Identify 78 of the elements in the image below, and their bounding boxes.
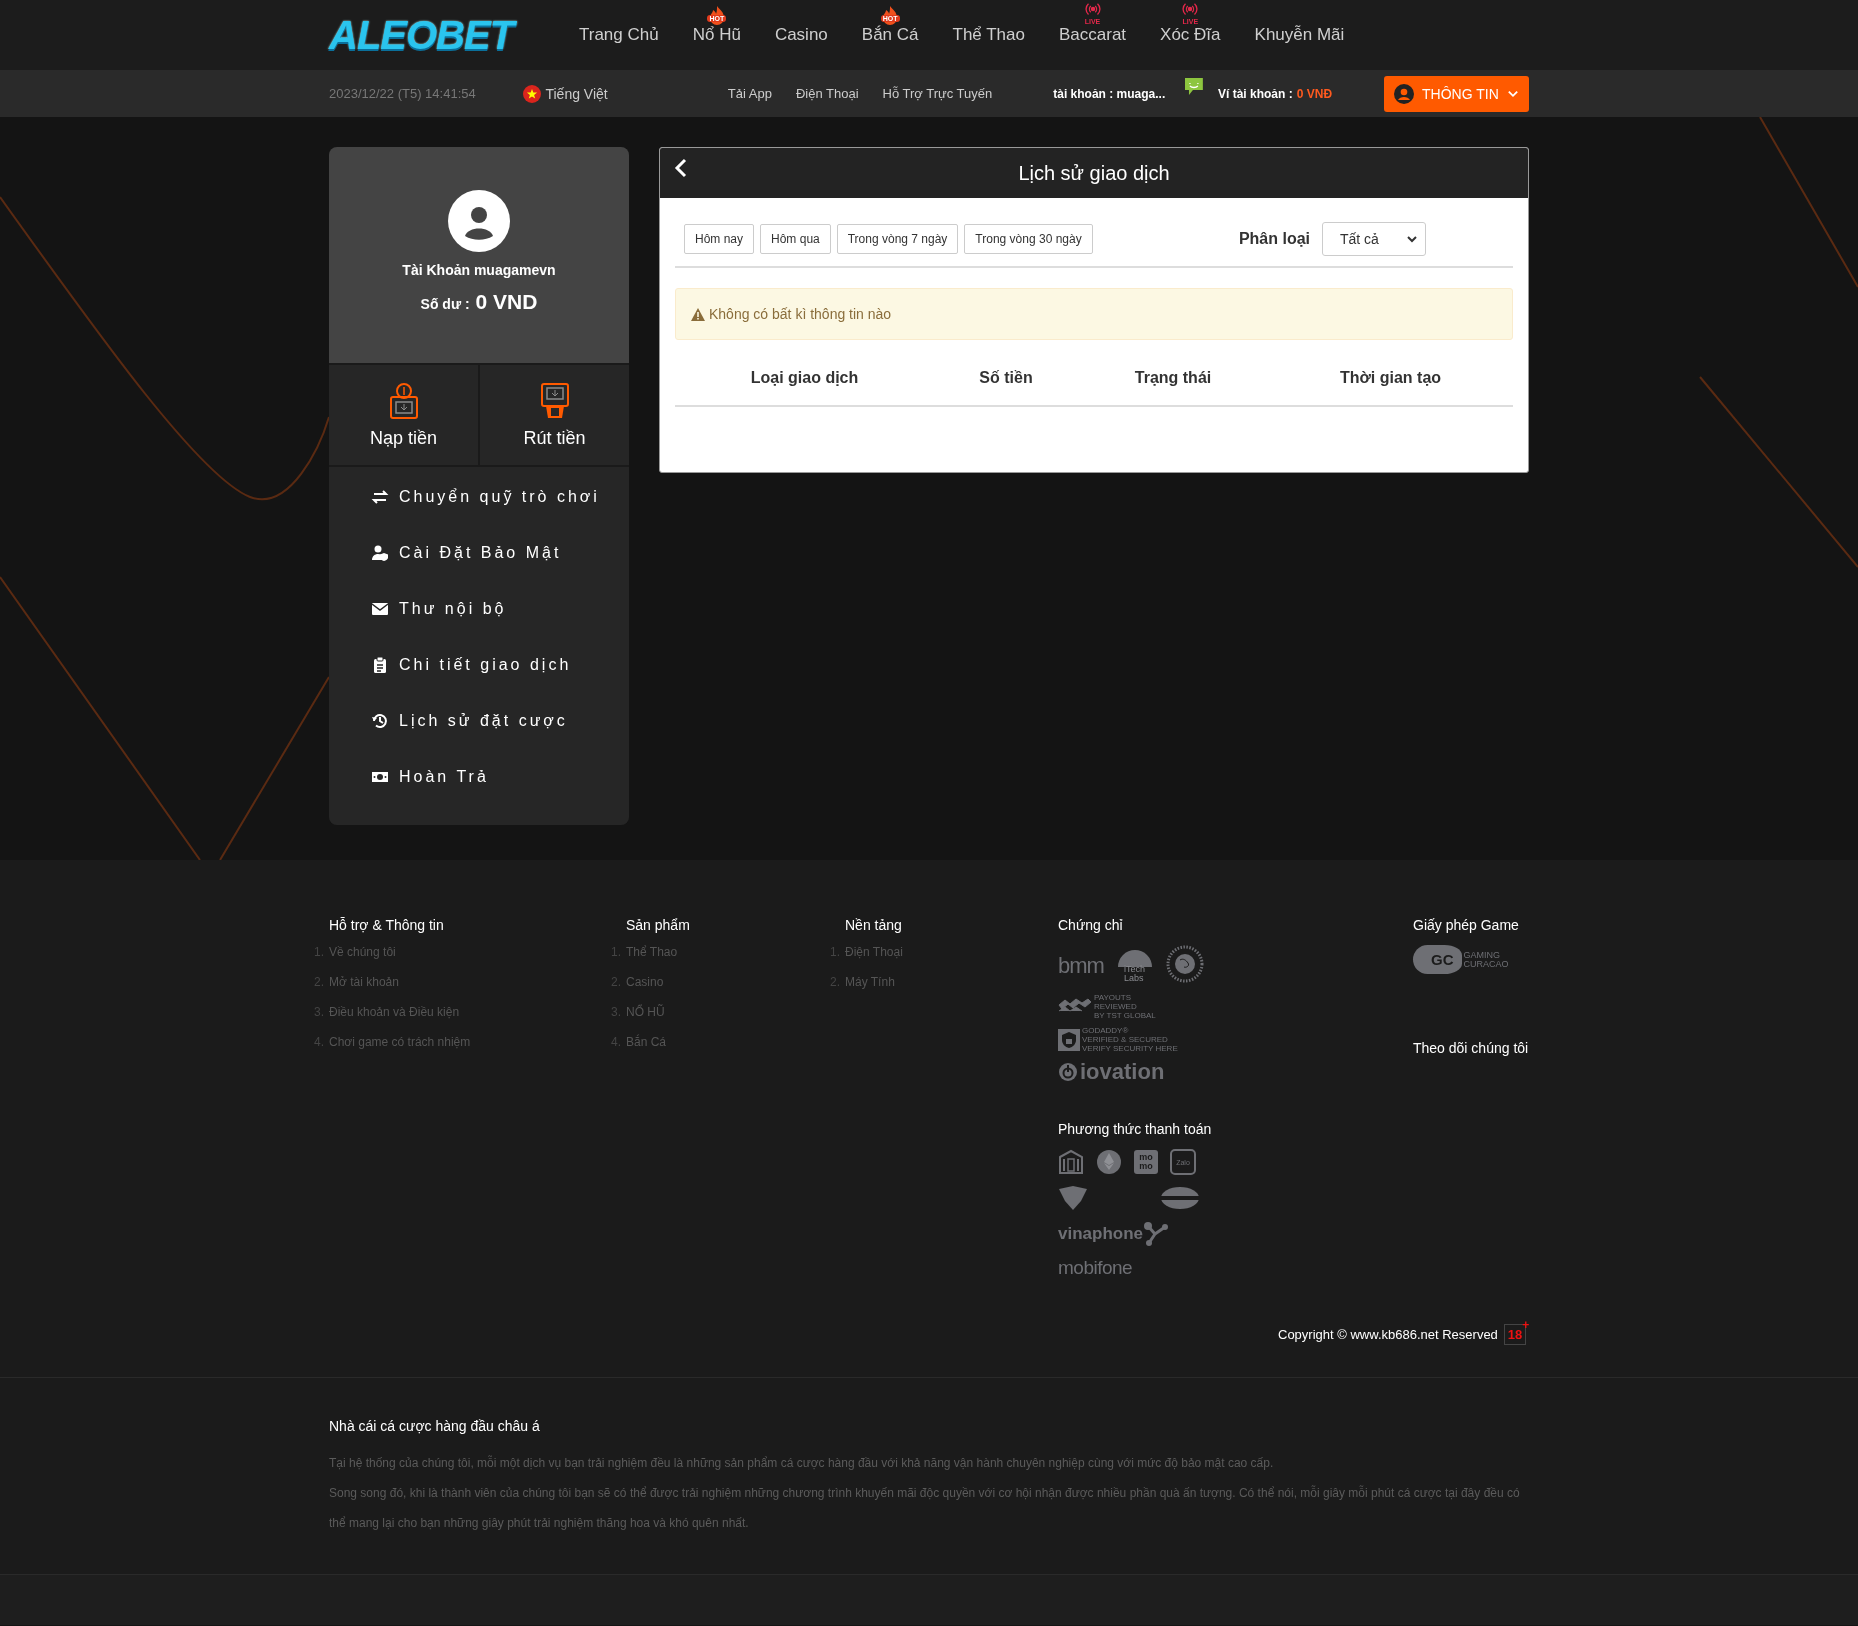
bank-icon xyxy=(1058,1149,1084,1175)
date-filter-button[interactable]: Hôm nay xyxy=(684,224,755,254)
menu-item[interactable]: Chi tiết giao dịch xyxy=(329,637,629,693)
clipboard-icon xyxy=(371,656,389,674)
account-name: Tài Khoản muagamevn xyxy=(402,262,556,278)
ethereum-icon xyxy=(1096,1149,1122,1175)
withdraw-button[interactable]: Rút tiền xyxy=(480,365,629,465)
chat-icon[interactable] xyxy=(1184,76,1204,97)
user-icon xyxy=(1394,83,1414,104)
category-label: Phân loại xyxy=(1238,230,1310,248)
godaddy-secured-logo: GODADDY® VERIFIED & SECURED VERIFY SECURITY HERE xyxy=(1058,1026,1178,1053)
nav-link[interactable]: Baccarat xyxy=(1058,25,1127,44)
column-header: Loại giao dịch xyxy=(750,368,859,387)
transfer-icon xyxy=(371,488,389,506)
vinaphone-logo: vinaphone xyxy=(1058,1221,1169,1247)
avatar-icon xyxy=(448,190,510,252)
top-link[interactable]: Hỗ Trợ Trực Tuyến xyxy=(882,86,993,101)
column-header: Trạng thái xyxy=(1134,368,1212,387)
date-filter-button[interactable]: Trong vòng 30 ngày xyxy=(964,224,1093,254)
wallet-balance: 0 VNĐ xyxy=(1296,86,1334,101)
footer-heading: Nền tảng xyxy=(845,917,903,933)
nav-link[interactable]: Nổ Hũ xyxy=(692,25,741,44)
wallet-label: Ví tài khoản : xyxy=(1218,86,1293,101)
about-paragraph: Tại hệ thống của chúng tôi, mỗi một dịch vụ bạn trải nghiệm đều là những sản phẩm cá cược hàng đầu với khả năng vận hành chuyên nghiệp cùng với mức độ bảo mật cao cấp. xyxy=(329,1454,1275,1472)
flag-icon[interactable] xyxy=(523,84,542,103)
column-header: Thời gian tạo xyxy=(1339,368,1442,387)
warning-icon xyxy=(691,307,705,321)
iovation-logo: iovation xyxy=(1058,1059,1165,1085)
footer-heading: Hỗ trợ & Thông tin xyxy=(329,917,445,933)
wallet-shield-icon xyxy=(1058,1185,1088,1211)
panel-title: Lịch sử giao dịch xyxy=(1018,161,1170,185)
user-shield-icon xyxy=(371,544,389,562)
deposit-button[interactable]: Nạp tiền xyxy=(329,365,478,465)
back-icon[interactable] xyxy=(674,158,688,178)
date-time: 2023/12/22 (T5) 14:41:54 xyxy=(329,86,477,101)
mobifone-logo: mobifone xyxy=(1058,1257,1133,1278)
footer-heading: Phương thức thanh toán xyxy=(1058,1121,1213,1137)
top-link[interactable]: Tải App xyxy=(727,86,772,101)
balance-value: 0 VND xyxy=(475,290,538,314)
top-link[interactable]: Điện Thoại xyxy=(795,86,859,101)
balance-label: Số dư : xyxy=(420,296,470,312)
about-title: Nhà cái cá cược hàng đầu châu á xyxy=(329,1418,541,1434)
category-select[interactable]: Tất cả xyxy=(1322,222,1426,256)
bmm-logo: bmm xyxy=(1058,953,1104,978)
nav-link[interactable]: Khuyễn Mãi xyxy=(1254,25,1345,44)
itech-labs-logo: iTech Labs xyxy=(1115,947,1154,985)
menu-item[interactable]: Thư nội bộ xyxy=(329,581,629,637)
nav-link[interactable]: Casino xyxy=(774,25,828,44)
language-link[interactable]: Tiếng Việt xyxy=(545,85,608,102)
momo-logo: mo mo xyxy=(1134,1150,1158,1174)
curacao-license-logo: GC GAMING CURACAO xyxy=(1413,945,1509,974)
history-icon xyxy=(371,712,389,730)
atm-cash-icon xyxy=(539,381,570,420)
about-paragraph: Song song đó, khi là thành viên của chúng tôi bạn sẽ có thể được trải nghiệm những chương trình khuyến mãi độc quyền với cơ hội nhận được nhiều phần quà ấn tượng. Có thể nói, mỗi giây mỗi phút cá cược tại đây đều có thể mang lại cho bạn những giây phút trải nghiệm thăng hoa và khó quên nhất. xyxy=(329,1484,1521,1532)
tst-global-logo: PAYOUTS REVIEWED BY TST GLOBAL xyxy=(1058,993,1156,1020)
nav-link[interactable]: Trang Chủ xyxy=(579,25,659,44)
menu-item[interactable]: Cài Đặt Bảo Mật xyxy=(329,525,629,581)
coin-box-icon xyxy=(388,381,419,420)
account-name: tài khoản : muaga... xyxy=(1053,86,1167,101)
nav-link[interactable]: Bắn Cá xyxy=(861,25,919,44)
footer-heading: Theo dõi chúng tôi xyxy=(1413,1040,1529,1056)
date-filter-button[interactable]: Hôm qua xyxy=(760,224,831,254)
menu-item[interactable]: Hoàn Trả xyxy=(329,749,629,805)
menu-item[interactable]: Chuyển quỹ trò chơi xyxy=(329,469,629,525)
copyright-text: Copyright © www.kb686.net Reserved xyxy=(1278,1327,1498,1342)
footer-heading: Giấy phép Game xyxy=(1413,917,1519,933)
date-filter-button[interactable]: Trong vòng 7 ngày xyxy=(836,224,959,254)
empty-alert: Không có bất kì thông tin nào xyxy=(675,288,1513,340)
footer-heading: Sản phẩm xyxy=(626,917,691,933)
nav-link[interactable]: Thể Thao xyxy=(952,25,1025,44)
globe-seal-icon xyxy=(1165,945,1204,983)
footer-heading: Chứng chỉ xyxy=(1058,917,1124,933)
caret-icon xyxy=(1407,235,1417,243)
envelope-icon xyxy=(371,600,389,618)
column-header: Số tiền xyxy=(979,368,1033,387)
menu-item[interactable]: Lịch sử đặt cược xyxy=(329,693,629,749)
nav-link[interactable]: Xóc Đĩa xyxy=(1160,25,1221,44)
carrier-oval-icon xyxy=(1160,1186,1200,1210)
